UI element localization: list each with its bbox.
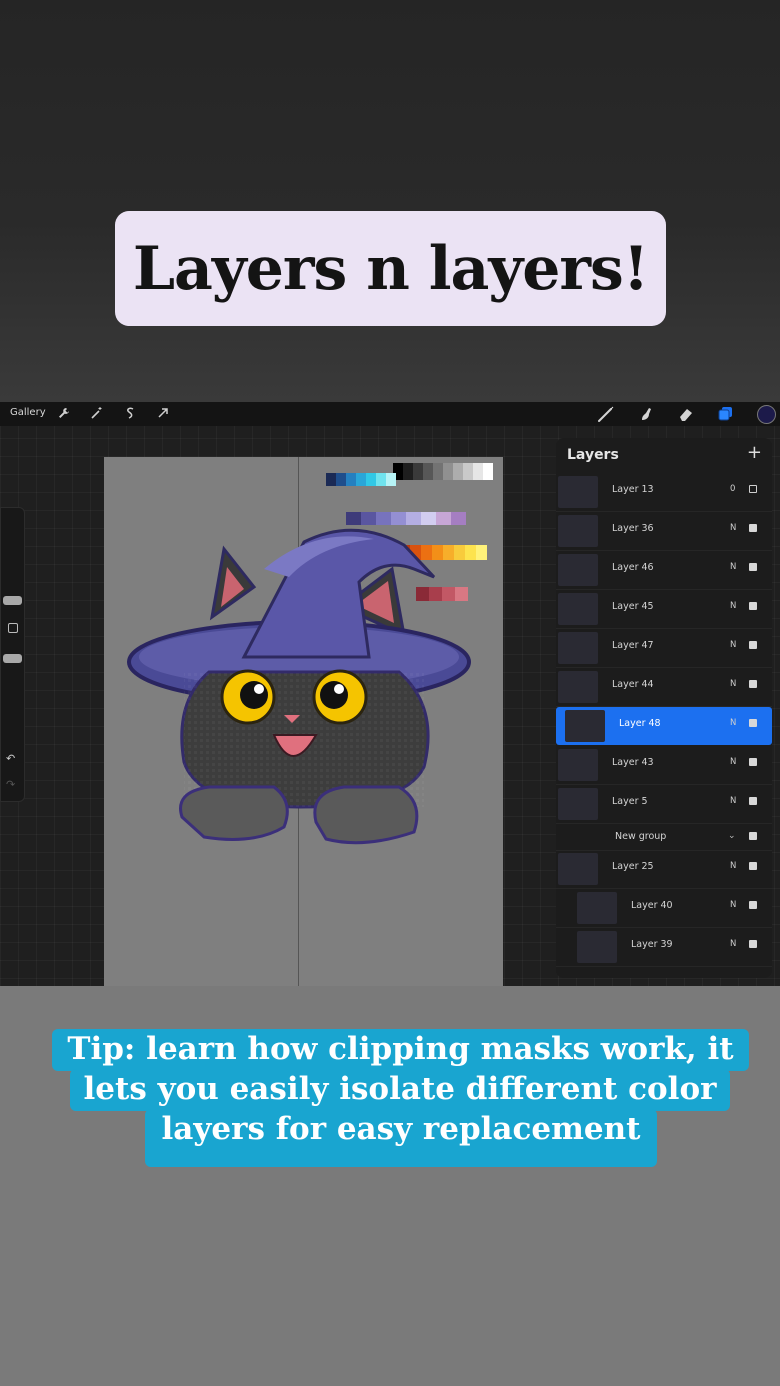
layer-name: Layer 44 xyxy=(612,679,654,690)
layer-visibility-checkbox[interactable] xyxy=(749,862,757,870)
layer-thumbnail xyxy=(558,593,598,625)
brush-size-slider-knob[interactable] xyxy=(3,596,22,605)
layers-panel: Layers + Layer 13 0 Layer 36 N Layer 46 N Laye… xyxy=(556,438,772,978)
layer-thumbnail xyxy=(577,892,617,924)
undo-icon[interactable]: ↶ xyxy=(6,752,15,765)
layer-name: Layer 47 xyxy=(612,640,654,651)
layer-thumbnail xyxy=(558,632,598,664)
layer-visibility-checkbox[interactable] xyxy=(749,641,757,649)
blend-mode-button[interactable]: N xyxy=(730,796,736,806)
layer-thumbnail xyxy=(565,710,605,742)
header-background: Layers n layers! xyxy=(0,0,780,402)
brush-icon[interactable] xyxy=(596,404,616,424)
drawing-canvas[interactable] xyxy=(104,457,503,986)
layer-name: Layer 40 xyxy=(631,900,673,911)
layer-name: Layer 46 xyxy=(612,562,654,573)
layer-group-row[interactable]: New group ⌄ xyxy=(556,824,772,851)
smudge-icon[interactable] xyxy=(636,404,656,424)
layer-row[interactable]: Layer 39 N xyxy=(556,928,772,967)
drawing-app-window: Gallery ↶ ↷ Layers + Layer 13 0 Layer 36… xyxy=(0,402,780,986)
layer-row[interactable]: Layer 47 N xyxy=(556,629,772,668)
layer-thumbnail xyxy=(558,554,598,586)
layer-thumbnail xyxy=(558,749,598,781)
layers-panel-title: Layers xyxy=(567,447,619,463)
blend-mode-button[interactable]: N xyxy=(730,679,736,689)
layer-visibility-checkbox[interactable] xyxy=(749,602,757,610)
gallery-button[interactable]: Gallery xyxy=(10,407,46,418)
layer-row[interactable]: Layer 5 N xyxy=(556,785,772,824)
layer-row[interactable]: Layer 40 N xyxy=(556,889,772,928)
layer-name: Layer 39 xyxy=(631,939,673,950)
layer-thumbnail xyxy=(558,788,598,820)
page-title: Layers n layers! xyxy=(132,233,649,304)
layer-row[interactable]: Layer 46 N xyxy=(556,551,772,590)
blend-mode-button[interactable]: N xyxy=(730,601,736,611)
layer-name: Layer 36 xyxy=(612,523,654,534)
layer-visibility-checkbox[interactable] xyxy=(749,719,757,727)
blend-mode-button[interactable]: N xyxy=(730,640,736,650)
blend-mode-button[interactable]: N xyxy=(730,900,736,910)
layers-icon[interactable] xyxy=(716,404,736,424)
blend-mode-button[interactable]: 0 xyxy=(730,484,735,494)
tip-line-1: Tip: learn how clipping masks work, it xyxy=(52,1029,749,1071)
move-arrow-icon[interactable] xyxy=(155,406,171,422)
magic-wand-icon[interactable] xyxy=(89,406,105,422)
layer-row[interactable]: Layer 44 N xyxy=(556,668,772,707)
layer-row[interactable]: Layer 45 N xyxy=(556,590,772,629)
layer-visibility-checkbox[interactable] xyxy=(749,563,757,571)
layer-visibility-checkbox[interactable] xyxy=(749,940,757,948)
layer-name: Layer 5 xyxy=(612,796,648,807)
layer-thumbnail xyxy=(558,515,598,547)
layer-row[interactable]: Layer 36 N xyxy=(556,512,772,551)
tip-line-2: lets you easily isolate different color xyxy=(70,1069,730,1111)
witch-cat-artwork xyxy=(127,528,471,845)
layer-name: Layer 13 xyxy=(612,484,654,495)
chevron-down-icon[interactable]: ⌄ xyxy=(728,831,736,841)
wrench-icon[interactable] xyxy=(56,406,72,422)
layer-thumbnail xyxy=(558,476,598,508)
layer-name: Layer 25 xyxy=(612,861,654,872)
blend-mode-button[interactable]: N xyxy=(730,523,736,533)
layer-row[interactable]: Layer 48 N xyxy=(556,707,772,745)
redo-icon[interactable]: ↷ xyxy=(6,778,15,791)
top-toolbar: Gallery xyxy=(0,402,780,426)
layer-thumbnail xyxy=(558,853,598,885)
group-visibility-checkbox[interactable] xyxy=(749,832,757,840)
tip-line-3: layers for easy replacement xyxy=(145,1109,657,1167)
opacity-slider-knob[interactable] xyxy=(3,654,22,663)
layer-visibility-checkbox[interactable] xyxy=(749,797,757,805)
eraser-icon[interactable] xyxy=(676,404,696,424)
layer-visibility-checkbox[interactable] xyxy=(749,758,757,766)
layer-visibility-checkbox[interactable] xyxy=(749,485,757,493)
layer-visibility-checkbox[interactable] xyxy=(749,680,757,688)
layer-row[interactable]: Layer 43 N xyxy=(556,746,772,785)
layer-row[interactable]: Layer 25 N xyxy=(556,850,772,889)
blend-mode-button[interactable]: N xyxy=(730,861,736,871)
layer-row[interactable]: Layer 13 0 xyxy=(556,473,772,512)
blend-mode-button[interactable]: N xyxy=(730,718,736,728)
blend-mode-button[interactable]: N xyxy=(730,562,736,572)
modify-button[interactable] xyxy=(8,623,18,633)
blend-mode-button[interactable]: N xyxy=(730,939,736,949)
group-name: New group xyxy=(615,831,667,842)
blend-mode-button[interactable]: N xyxy=(730,757,736,767)
layer-thumbnail xyxy=(558,671,598,703)
layer-name: Layer 48 xyxy=(619,718,661,729)
layer-name: Layer 45 xyxy=(612,601,654,612)
layer-visibility-checkbox[interactable] xyxy=(749,901,757,909)
layer-name: Layer 43 xyxy=(612,757,654,768)
layer-visibility-checkbox[interactable] xyxy=(749,524,757,532)
side-slider-panel: ↶ ↷ xyxy=(0,507,25,802)
layer-thumbnail xyxy=(577,931,617,963)
add-layer-button[interactable]: + xyxy=(747,444,762,462)
title-banner: Layers n layers! xyxy=(115,211,666,326)
selection-icon[interactable] xyxy=(122,406,138,422)
active-color-swatch[interactable] xyxy=(757,405,776,424)
